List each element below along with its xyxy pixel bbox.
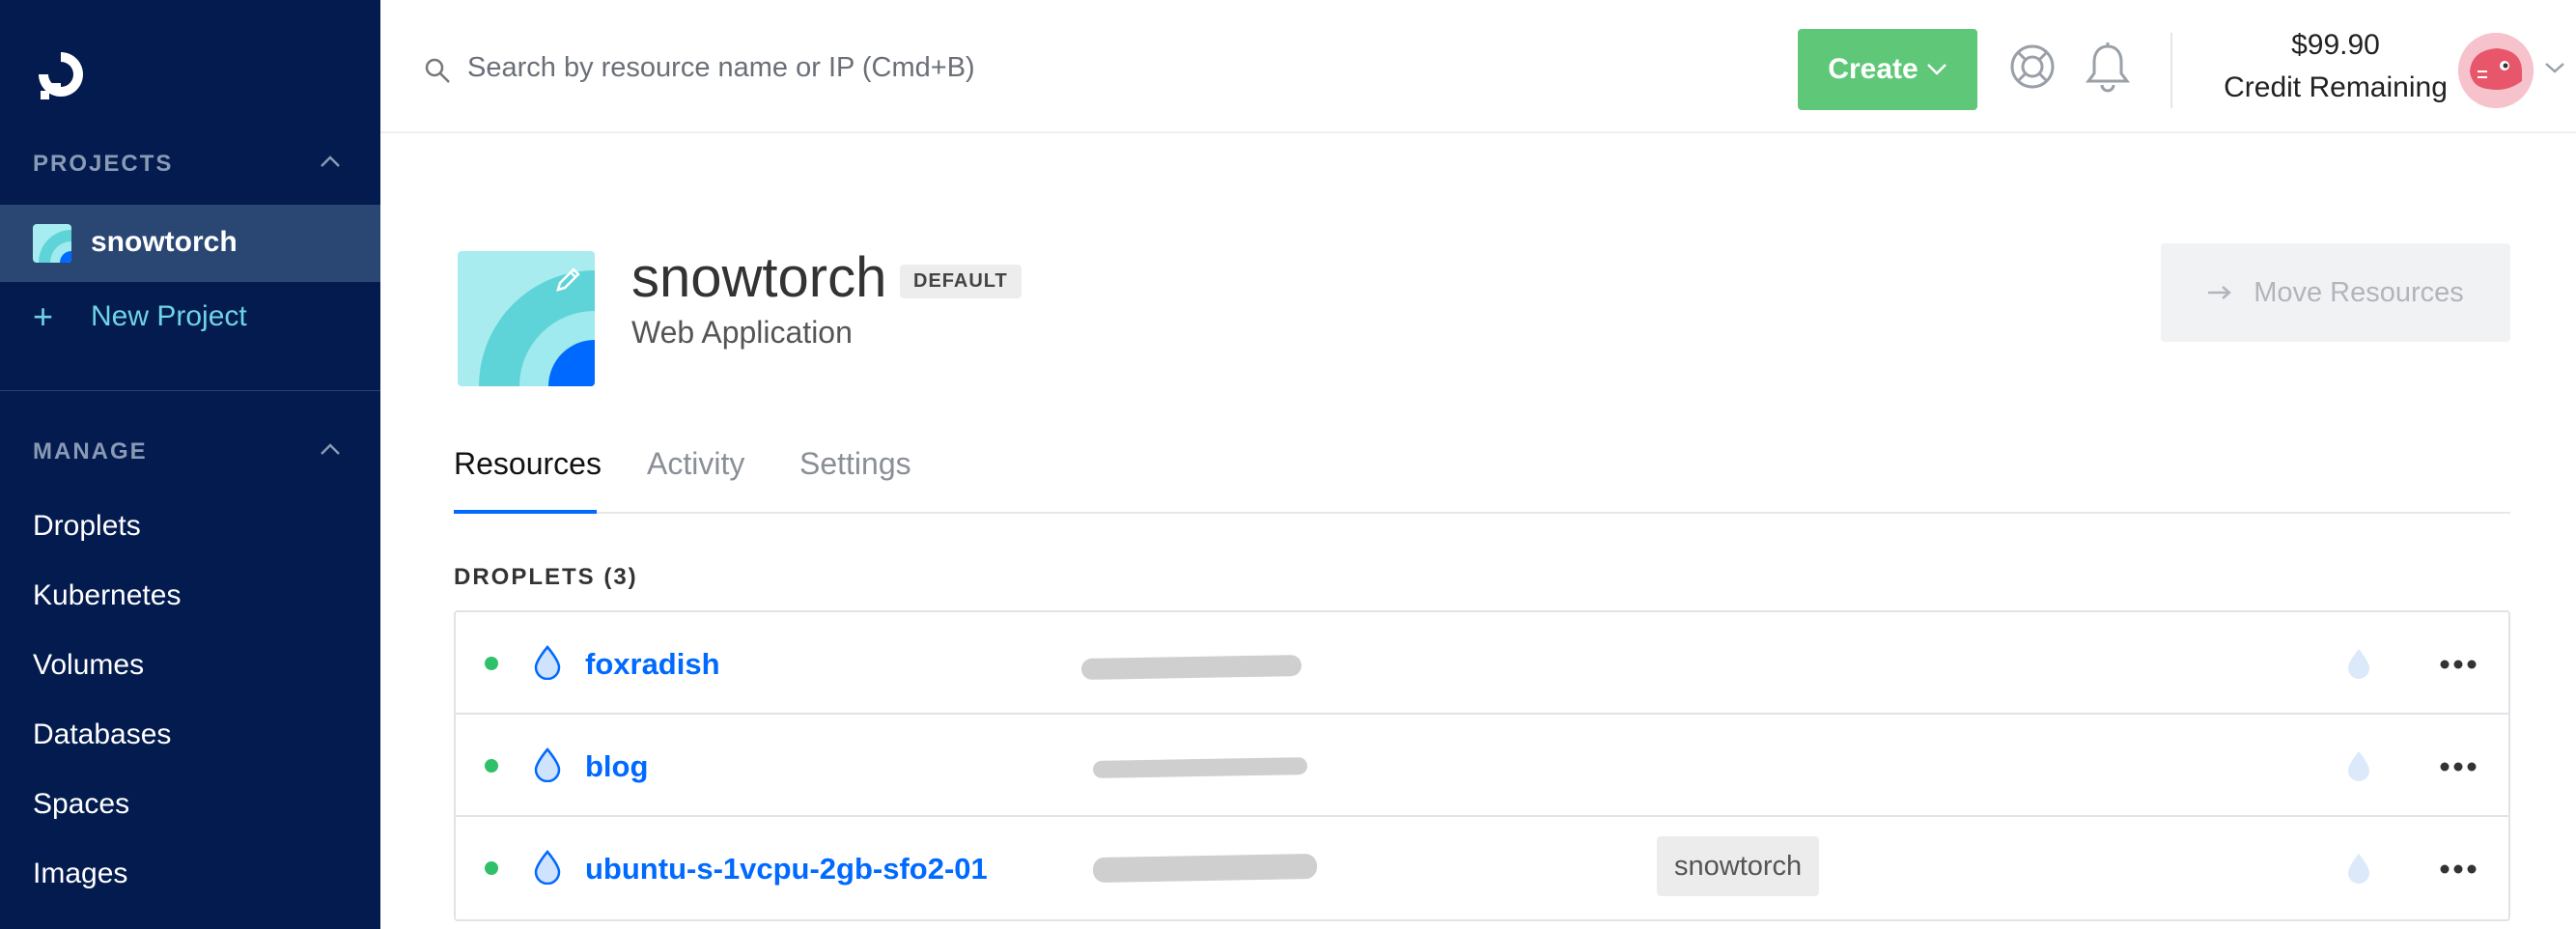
- tab-activity[interactable]: Activity: [647, 446, 744, 482]
- create-button[interactable]: Create: [1798, 29, 1977, 110]
- droplets-heading: DROPLETS (3): [454, 564, 638, 590]
- new-project-link[interactable]: + New Project: [33, 296, 247, 338]
- chevron-down-icon[interactable]: [2543, 58, 2566, 77]
- redacted-ip-address: [1092, 853, 1318, 884]
- arrow-right-icon: [2208, 286, 2232, 299]
- droplets-table: foxradish blog ubuntu-s-1vcpu-2gb-sfo2-0…: [454, 610, 2510, 921]
- droplet-icon: [534, 850, 561, 885]
- ellipsis-icon[interactable]: [2439, 659, 2478, 670]
- sidebar-item-droplets[interactable]: Droplets: [33, 510, 141, 543]
- pencil-icon[interactable]: [552, 265, 583, 296]
- droplet-icon[interactable]: [2344, 749, 2373, 782]
- sidebar-item-volumes[interactable]: Volumes: [33, 649, 144, 682]
- help-icon[interactable]: [2008, 42, 2057, 91]
- ellipsis-icon[interactable]: [2439, 761, 2478, 773]
- sidebar-item-kubernetes[interactable]: Kubernetes: [33, 579, 181, 612]
- redacted-ip-address: [1092, 757, 1308, 778]
- sidebar-project-snowtorch[interactable]: snowtorch: [0, 205, 380, 282]
- tab-settings[interactable]: Settings: [799, 446, 911, 482]
- droplet-name-link[interactable]: ubuntu-s-1vcpu-2gb-sfo2-01: [585, 852, 988, 887]
- droplet-icon[interactable]: [2344, 647, 2373, 680]
- droplet-icon: [534, 747, 561, 782]
- sidebar-divider: [0, 390, 380, 391]
- redacted-ip-address: [1080, 655, 1302, 680]
- active-tab-indicator: [454, 510, 597, 514]
- projects-heading: PROJECTS: [33, 151, 174, 177]
- default-badge: DEFAULT: [900, 265, 1022, 298]
- status-indicator: [485, 657, 498, 670]
- project-tabs: Resources Activity Settings: [454, 436, 2510, 514]
- table-row[interactable]: ubuntu-s-1vcpu-2gb-sfo2-01 snowtorch: [456, 817, 2508, 919]
- project-thumbnail-icon: [33, 224, 71, 263]
- avatar-image-icon: [2458, 33, 2534, 108]
- droplet-name-link[interactable]: blog: [585, 749, 648, 784]
- ellipsis-icon[interactable]: [2439, 863, 2478, 875]
- project-thumbnail[interactable]: [458, 251, 595, 386]
- table-row[interactable]: blog: [456, 715, 2508, 817]
- move-resources-button[interactable]: Move Resources: [2161, 243, 2510, 342]
- credit-label: Credit Remaining: [2224, 71, 2448, 103]
- topbar-separator: [2170, 33, 2172, 108]
- status-indicator: [485, 861, 498, 875]
- top-bar: Create $99.90 Credit Remaining: [380, 0, 2576, 133]
- project-tag[interactable]: snowtorch: [1657, 836, 1820, 896]
- create-button-label: Create: [1828, 53, 1918, 85]
- page-title: snowtorch: [631, 246, 887, 309]
- chevron-down-icon: [1926, 64, 1946, 75]
- chevron-up-icon[interactable]: [319, 438, 342, 462]
- new-project-label: New Project: [91, 300, 247, 332]
- chevron-up-icon[interactable]: [319, 151, 342, 174]
- search-input[interactable]: [467, 42, 1336, 93]
- droplet-icon: [534, 645, 561, 680]
- manage-heading: MANAGE: [33, 438, 148, 464]
- droplet-name-link[interactable]: foxradish: [585, 647, 720, 682]
- droplet-icon[interactable]: [2344, 852, 2373, 885]
- table-row[interactable]: foxradish: [456, 612, 2508, 715]
- sidebar-item-databases[interactable]: Databases: [33, 718, 171, 751]
- bell-icon[interactable]: [2084, 41, 2132, 93]
- status-indicator: [485, 759, 498, 773]
- credit-amount: $99.90: [2291, 29, 2380, 61]
- sidebar-item-spaces[interactable]: Spaces: [33, 788, 129, 821]
- sidebar: PROJECTS snowtorch + New Project MANAGE …: [0, 0, 380, 929]
- avatar[interactable]: [2458, 33, 2534, 108]
- move-resources-label: Move Resources: [2254, 276, 2464, 308]
- logo-icon[interactable]: [33, 46, 89, 102]
- sidebar-project-name: snowtorch: [91, 226, 238, 258]
- plus-icon: +: [33, 296, 54, 336]
- project-subtitle: Web Application: [631, 315, 853, 350]
- search-icon: [425, 58, 450, 83]
- tab-resources[interactable]: Resources: [454, 446, 602, 482]
- credit-remaining[interactable]: $99.90 Credit Remaining: [2196, 29, 2476, 104]
- sidebar-item-images[interactable]: Images: [33, 858, 127, 890]
